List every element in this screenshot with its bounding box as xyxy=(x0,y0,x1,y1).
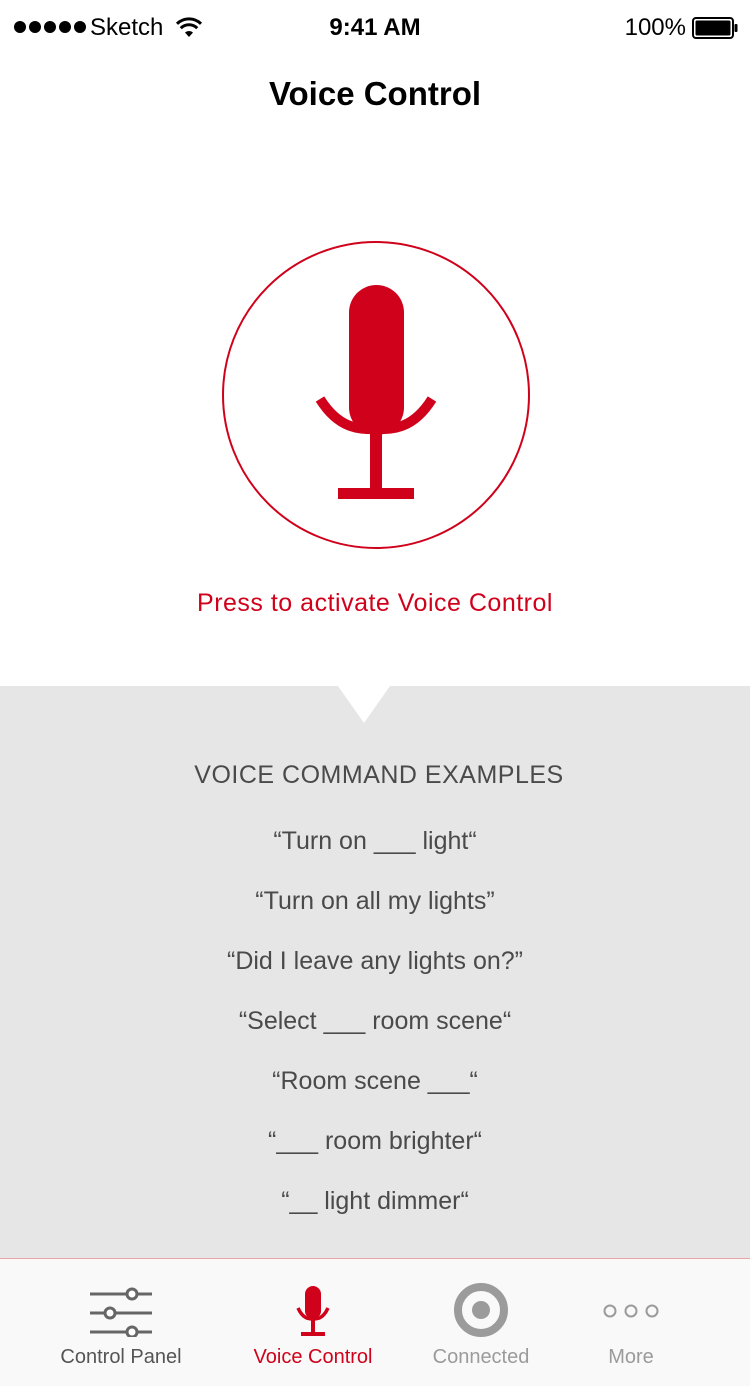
activate-voice-button[interactable] xyxy=(222,241,530,549)
target-icon xyxy=(454,1283,508,1337)
page-title: Voice Control xyxy=(268,75,482,112)
tab-label: More xyxy=(608,1346,654,1368)
example-command: “__ light dimmer“ xyxy=(281,1187,469,1215)
ellipsis-icon xyxy=(603,1304,659,1318)
example-command: “Did I leave any lights on?” xyxy=(227,947,523,975)
panel-pointer xyxy=(338,686,390,723)
microphone-icon xyxy=(315,285,437,499)
example-command: “___ room brighter“ xyxy=(268,1127,482,1155)
tab-label: Voice Control xyxy=(253,1346,373,1368)
example-command: “Room scene ___“ xyxy=(272,1067,478,1095)
status-bar: Sketch 9:41 AM 100% xyxy=(0,0,750,56)
tab-connected[interactable]: Connected xyxy=(410,1259,552,1386)
activate-hint: Press to activate Voice Control xyxy=(197,589,553,617)
microphone-icon xyxy=(296,1286,330,1336)
tab-control-panel[interactable]: Control Panel xyxy=(36,1259,206,1386)
tab-label: Connected xyxy=(432,1346,530,1368)
battery-icon xyxy=(692,17,738,39)
example-command: “Select ___ room scene“ xyxy=(238,1007,512,1035)
tab-bar: Control Panel Voice Control Connected Mo… xyxy=(0,1258,750,1386)
tab-voice-control[interactable]: Voice Control xyxy=(230,1259,396,1386)
example-command: “Turn on all my lights” xyxy=(255,887,495,915)
tab-label: Control Panel xyxy=(60,1346,182,1368)
example-command: “Turn on ___ light“ xyxy=(273,827,477,855)
voice-control-screen: Sketch 9:41 AM 100% Voice Control Press … xyxy=(0,0,750,1386)
battery-percentage: 100% xyxy=(624,14,686,41)
examples-list: “Turn on ___ light“ “Turn on all my ligh… xyxy=(0,824,750,1244)
examples-heading: VOICE COMMAND EXAMPLES xyxy=(194,761,564,789)
sliders-icon xyxy=(90,1287,152,1337)
tab-more[interactable]: More xyxy=(580,1259,682,1386)
